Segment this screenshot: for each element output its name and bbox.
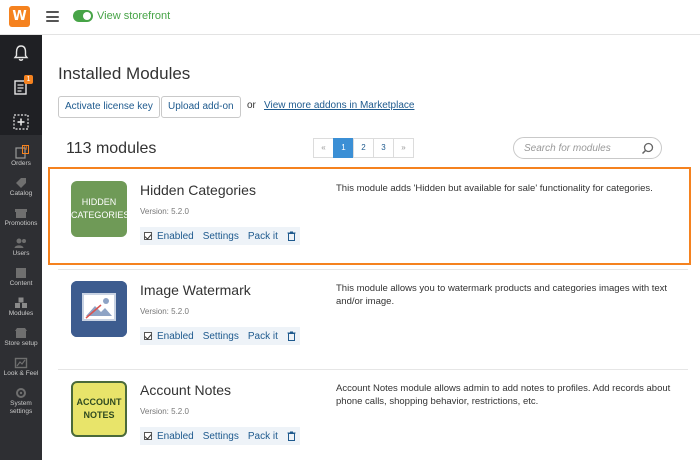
- pagination-page-2[interactable]: 2: [353, 138, 374, 158]
- enabled-label[interactable]: Enabled: [157, 431, 194, 442]
- module-actions: Enabled Settings Pack it: [140, 427, 300, 445]
- module-name[interactable]: Image Watermark: [140, 282, 251, 298]
- sidebar-item-store-setup[interactable]: Store setup: [0, 327, 42, 357]
- enabled-checkbox[interactable]: [144, 232, 152, 240]
- marketplace-link[interactable]: View more addons in Marketplace: [264, 100, 414, 111]
- sidebar-item-catalog[interactable]: Catalog: [0, 177, 42, 207]
- storefront-toggle[interactable]: [73, 10, 93, 22]
- search-icon[interactable]: [641, 142, 654, 155]
- module-image-watermark: Image Watermark Version: 5.2.0 Enabled S…: [58, 269, 688, 369]
- bell-icon[interactable]: [11, 43, 31, 63]
- sidebar-item-modules[interactable]: Modules: [0, 297, 42, 327]
- trash-icon[interactable]: [287, 231, 296, 241]
- icon-text-line2: CATEGORIES: [71, 210, 127, 220]
- sidebar: 1 9 Orders Catalog Promotions Users Cont…: [0, 35, 42, 460]
- module-hidden-categories: HIDDEN CATEGORIES Hidden Categories Vers…: [48, 167, 691, 265]
- module-actions: Enabled Settings Pack it: [140, 327, 300, 345]
- content-icon: [16, 268, 26, 278]
- sidebar-item-label: System: [10, 400, 32, 407]
- activate-license-button[interactable]: Activate license key: [58, 96, 160, 118]
- look-feel-icon: [14, 357, 28, 369]
- pack-it-link[interactable]: Pack it: [248, 431, 278, 442]
- top-bar: W View storefront: [0, 0, 700, 35]
- icon-text-line2: NOTES: [83, 410, 115, 420]
- sidebar-item-label: Content: [9, 280, 33, 287]
- logo-icon[interactable]: W: [9, 6, 30, 27]
- search-box: [513, 137, 662, 159]
- sidebar-item-label-line2: settings: [9, 408, 33, 415]
- hidden-categories-icon: HIDDEN CATEGORIES: [71, 181, 127, 237]
- enabled-label[interactable]: Enabled: [157, 331, 194, 342]
- sidebar-item-promotions[interactable]: Promotions: [0, 207, 42, 237]
- sidebar-item-system-settings[interactable]: System settings: [0, 387, 42, 417]
- modules-icon: [15, 297, 27, 308]
- image-watermark-icon: [71, 281, 127, 337]
- search-input[interactable]: [524, 141, 639, 156]
- modules-count: 113 modules: [66, 140, 157, 157]
- module-description: This module adds 'Hidden but available f…: [336, 183, 653, 194]
- view-storefront-link[interactable]: View storefront: [97, 10, 170, 22]
- add-icon[interactable]: [11, 112, 31, 132]
- pagination-page-1[interactable]: 1: [333, 138, 354, 158]
- pack-it-link[interactable]: Pack it: [248, 331, 278, 342]
- sidebar-item-label: Store setup: [4, 340, 38, 347]
- watermark-picture-icon: [71, 281, 127, 337]
- catalog-icon: [16, 178, 26, 188]
- sidebar-item-label: Look & Feel: [3, 370, 39, 377]
- trash-icon[interactable]: [287, 431, 296, 441]
- upload-addon-button[interactable]: Upload add-on: [161, 96, 241, 118]
- sidebar-item-users[interactable]: Users: [0, 237, 42, 267]
- module-description: Account Notes module allows admin to add…: [336, 383, 671, 407]
- sidebar-item-content[interactable]: Content: [0, 267, 42, 297]
- icon-text-line1: HIDDEN: [81, 197, 117, 207]
- sidebar-item-label: Modules: [8, 310, 34, 317]
- module-name[interactable]: Hidden Categories: [140, 182, 256, 198]
- account-notes-icon: ACCOUNT NOTES: [71, 381, 127, 437]
- notification-badge: 1: [24, 75, 33, 84]
- pack-it-link[interactable]: Pack it: [248, 231, 278, 242]
- module-version: Version: 5.2.0: [140, 407, 189, 416]
- users-icon: [14, 238, 26, 248]
- pagination-prev[interactable]: «: [313, 138, 334, 158]
- sidebar-item-orders[interactable]: 9 Orders: [0, 145, 42, 177]
- module-description: This module allows you to watermark prod…: [336, 283, 668, 307]
- notifications-icon[interactable]: 1: [11, 75, 33, 97]
- pagination: « 1 2 3 »: [313, 138, 414, 158]
- promotions-icon: [15, 209, 27, 218]
- menu-icon[interactable]: [46, 11, 59, 22]
- app-root: W View storefront 1 9 Orders Catalog Pro…: [0, 0, 700, 460]
- system-settings-icon: [16, 388, 26, 398]
- enabled-checkbox[interactable]: [144, 332, 152, 340]
- pagination-page-3[interactable]: 3: [373, 138, 394, 158]
- module-account-notes: ACCOUNT NOTES Account Notes Version: 5.2…: [58, 369, 688, 460]
- sidebar-item-label: Catalog: [9, 190, 33, 197]
- settings-link[interactable]: Settings: [203, 331, 239, 342]
- trash-icon[interactable]: [287, 331, 296, 341]
- icon-text-line1: ACCOUNT: [76, 397, 122, 407]
- module-version: Version: 5.2.0: [140, 207, 189, 216]
- store-setup-icon: [15, 328, 27, 338]
- orders-badge: 9: [22, 145, 30, 154]
- enabled-checkbox[interactable]: [144, 432, 152, 440]
- module-name[interactable]: Account Notes: [140, 382, 231, 398]
- page-title: Installed Modules: [58, 64, 191, 83]
- settings-link[interactable]: Settings: [203, 431, 239, 442]
- pagination-next[interactable]: »: [393, 138, 414, 158]
- module-version: Version: 5.2.0: [140, 307, 189, 316]
- sidebar-item-look-feel[interactable]: Look & Feel: [0, 357, 42, 387]
- settings-link[interactable]: Settings: [203, 231, 239, 242]
- sidebar-item-label: Promotions: [4, 220, 38, 227]
- enabled-label[interactable]: Enabled: [157, 231, 194, 242]
- module-actions: Enabled Settings Pack it: [140, 227, 300, 245]
- sidebar-item-label: Users: [12, 250, 30, 257]
- or-text: or: [247, 100, 256, 111]
- sidebar-item-label: Orders: [11, 160, 31, 167]
